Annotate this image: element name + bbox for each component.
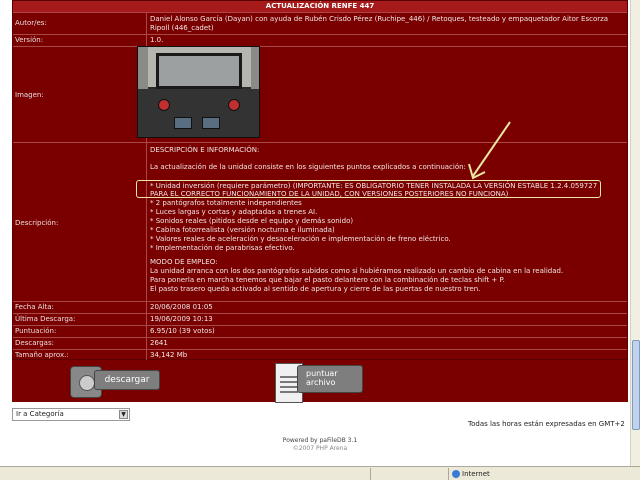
usage-heading: MODO DE EMPLEO: [150, 258, 218, 266]
ultima-descarga-label: Última Descarga: [15, 315, 76, 323]
description-line: * Luces largas y cortas y adaptadas a tr… [150, 208, 318, 216]
puntuacion-label: Puntuación: [15, 327, 57, 335]
file-screenshot-image[interactable] [137, 46, 260, 138]
status-separator [370, 468, 371, 480]
row-fecha-alta: Fecha Alta: 20/06/2008 01:05 [13, 301, 627, 313]
description-line: * Cabina fotorrealista (versión nocturna… [150, 226, 335, 234]
row-autor: Autor/es: Daniel Alonso García (Dayan) c… [13, 12, 627, 34]
row-descargas: Descargas: 2641 [13, 337, 627, 349]
annotation-arrow-icon [468, 121, 511, 180]
highlight-annotation-box [136, 180, 601, 198]
chevron-down-icon[interactable]: ▼ [119, 410, 128, 419]
version-label: Versión: [15, 36, 44, 44]
cab-dial [228, 99, 240, 111]
timezone-note: Todas las horas están expresadas en GMT+… [468, 420, 625, 428]
security-zone-label: Internet [462, 470, 490, 478]
row-descripcion: Descripción: DESCRIPCIÓN E INFORMACIÓN: … [13, 142, 627, 301]
cab-screen [174, 117, 192, 129]
row-imagen: Imagen: [13, 46, 627, 142]
browser-status-bar: Internet [0, 466, 640, 480]
description-line: * 2 pantógrafos totalmente independiente… [150, 199, 302, 207]
status-separator [448, 468, 449, 480]
tamano-value: 34,142 Mb [150, 351, 188, 359]
rate-file-button[interactable]: puntuar archivo [275, 363, 365, 403]
rate-label-line1: puntuar [306, 369, 338, 378]
description-line: * Valores reales de aceleración y desace… [150, 235, 451, 243]
download-button-label: descargar [94, 370, 160, 390]
description-heading: DESCRIPCIÓN E INFORMACIÓN: [150, 146, 260, 154]
cab-dial [158, 99, 170, 111]
rate-label-line2: archivo [306, 378, 336, 387]
download-button[interactable]: descargar [70, 366, 160, 398]
powered-by-link[interactable]: ©2007 PHP Arena [0, 445, 640, 453]
puntuacion-value: 6.95/10 (39 votos) [150, 327, 215, 335]
powered-by: Powered by paFileDB 3.1 ©2007 PHP Arena [0, 437, 640, 453]
vertical-scrollbar[interactable] [630, 0, 640, 466]
description-line: * Sonidos reales (pitidos desde el equip… [150, 217, 354, 225]
autor-value: Daniel Alonso García (Dayan) con ayuda d… [150, 15, 609, 32]
cab-windshield [156, 53, 242, 89]
cab-screen [202, 117, 220, 129]
row-ultima-descarga: Última Descarga: 19/06/2009 10:13 [13, 313, 627, 325]
tamano-label: Tamaño aprox.: [15, 351, 69, 359]
descargas-label: Descargas: [15, 339, 54, 347]
usage-line: El pasto trasero queda activado al senti… [150, 285, 481, 293]
browser-viewport: ACTUALIZACIÓN RENFE 447 Autor/es: Daniel… [0, 0, 640, 480]
rate-file-button-label: puntuar archivo [297, 365, 363, 393]
cab-pillar-right [251, 47, 259, 89]
cab-pillar-left [138, 47, 148, 89]
category-jump-select[interactable]: Ir a Categoría ▼ [12, 408, 130, 421]
version-value: 1.0. [150, 36, 164, 44]
usage-line: Para ponerla en marcha tenemos que bajar… [150, 276, 505, 284]
usage-line: La unidad arranca con los dos pantógrafo… [150, 267, 564, 275]
cab-dashboard [138, 89, 259, 137]
description-intro: La actualización de la unidad consiste e… [150, 163, 466, 171]
row-puntuacion: Puntuación: 6.95/10 (39 votos) [13, 325, 627, 337]
globe-icon [452, 470, 460, 478]
scrollbar-thumb[interactable] [632, 340, 640, 430]
fecha-alta-label: Fecha Alta: [15, 303, 54, 311]
row-version: Versión: 1.0. [13, 34, 627, 46]
autor-label: Autor/es: [15, 19, 47, 27]
category-jump-value: Ir a Categoría [16, 410, 64, 418]
descargas-value: 2641 [150, 339, 168, 347]
page-title: ACTUALIZACIÓN RENFE 447 [13, 1, 627, 12]
description-line: * Implementación de parabrisas efectivo. [150, 244, 295, 252]
imagen-label: Imagen: [15, 91, 44, 99]
fecha-alta-value: 20/06/2008 01:05 [150, 303, 213, 311]
ultima-descarga-value: 19/06/2009 10:13 [150, 315, 213, 323]
powered-by-text: Powered by paFileDB 3.1 [282, 437, 358, 444]
descripcion-label: Descripción: [15, 219, 59, 227]
